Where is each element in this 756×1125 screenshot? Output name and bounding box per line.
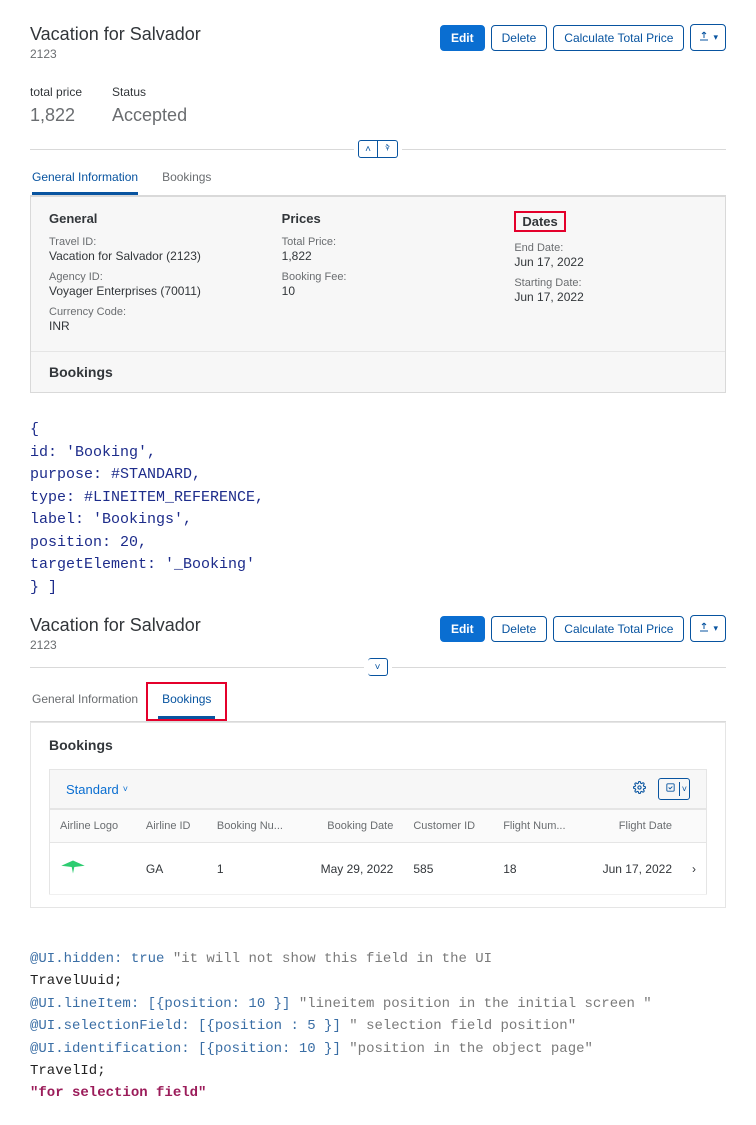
- header-actions: Edit Delete Calculate Total Price ▾: [440, 615, 726, 642]
- variant-label: Standard: [66, 782, 119, 797]
- header-collapse-strip: ˄: [30, 140, 726, 158]
- chevron-down-icon: ˅: [682, 784, 687, 794]
- pin-header-button[interactable]: [378, 140, 398, 158]
- total-price-label: Total Price:: [282, 236, 475, 248]
- agency-id-label: Agency ID:: [49, 271, 242, 283]
- agency-id-value: Voyager Enterprises (70011): [49, 284, 242, 298]
- anchor-tabs: General Information Bookings: [30, 164, 726, 196]
- dates-heading: Dates: [514, 211, 707, 232]
- collapse-header-button[interactable]: ˄: [358, 140, 378, 158]
- totalprice-value: 1,822: [30, 105, 82, 126]
- bookings-heading: Bookings: [31, 723, 725, 763]
- bookings-section-heading: Bookings: [31, 351, 725, 392]
- tab-general-information[interactable]: General Information: [32, 684, 138, 719]
- code-snippet-1: { id: 'Booking', purpose: #STANDARD, typ…: [0, 413, 756, 607]
- object-page-2: Vacation for Salvador 2123 Edit Delete C…: [0, 607, 756, 928]
- currency-code-label: Currency Code:: [49, 306, 242, 318]
- cell-flight-date: Jun 17, 2022: [584, 843, 682, 895]
- travel-id-value: Vacation for Salvador (2123): [49, 249, 242, 263]
- col-booking-number[interactable]: Booking Nu...: [207, 810, 302, 843]
- row-navigate-icon[interactable]: ›: [682, 843, 707, 895]
- cell-booking-date: May 29, 2022: [301, 843, 403, 895]
- end-date-value: Jun 17, 2022: [514, 255, 707, 269]
- bookings-panel: Bookings Standard ˅ ˅: [30, 722, 726, 908]
- bookings-table: Airline Logo Airline ID Booking Nu... Bo…: [49, 809, 707, 895]
- col-flight-date[interactable]: Flight Date: [584, 810, 682, 843]
- status-value: Accepted: [112, 105, 187, 126]
- edit-button[interactable]: Edit: [440, 25, 485, 51]
- anchor-tabs: General Information Bookings: [30, 682, 726, 722]
- currency-code-value: INR: [49, 319, 242, 333]
- page-title: Vacation for Salvador: [30, 615, 201, 636]
- col-airline-logo[interactable]: Airline Logo: [50, 810, 136, 843]
- chevron-down-icon: ˅: [123, 784, 128, 794]
- dates-column: Dates End Date: Jun 17, 2022 Starting Da…: [514, 211, 707, 341]
- edit-button[interactable]: Edit: [440, 616, 485, 642]
- table-header-row: Airline Logo Airline ID Booking Nu... Bo…: [50, 810, 707, 843]
- col-airline-id[interactable]: Airline ID: [136, 810, 207, 843]
- cell-booking-number: 1: [207, 843, 302, 895]
- delete-button[interactable]: Delete: [491, 25, 548, 51]
- col-flight-number[interactable]: Flight Num...: [493, 810, 584, 843]
- calculate-total-price-button[interactable]: Calculate Total Price: [553, 25, 684, 51]
- variant-selector[interactable]: Standard ˅: [66, 782, 128, 797]
- starting-date-label: Starting Date:: [514, 277, 707, 289]
- cell-flight-number: 18: [493, 843, 584, 895]
- end-date-label: End Date:: [514, 242, 707, 254]
- total-price-value: 1,822: [282, 249, 475, 263]
- travel-id-label: Travel ID:: [49, 236, 242, 248]
- tab-bookings-highlight: Bookings: [146, 682, 227, 721]
- header-collapse-strip: ˅: [30, 658, 726, 676]
- prices-heading: Prices: [282, 211, 475, 226]
- chevron-down-icon: ▾: [713, 32, 718, 43]
- cell-airline-logo: [50, 843, 136, 895]
- dates-heading-highlight: Dates: [514, 211, 565, 232]
- tab-general-information[interactable]: General Information: [32, 164, 138, 195]
- header-facts: total price 1,822 Status Accepted: [30, 85, 726, 126]
- page-title: Vacation for Salvador: [30, 24, 201, 45]
- booking-fee-value: 10: [282, 284, 475, 298]
- header: Vacation for Salvador 2123 Edit Delete C…: [30, 24, 726, 61]
- header: Vacation for Salvador 2123 Edit Delete C…: [30, 615, 726, 652]
- pin-icon: [383, 143, 392, 155]
- cell-airline-id: GA: [136, 843, 207, 895]
- tab-bookings[interactable]: Bookings: [162, 164, 211, 195]
- expand-header-button[interactable]: ˅: [368, 658, 388, 676]
- airline-logo-icon: [60, 866, 86, 880]
- export-icon: [665, 782, 676, 796]
- table-row[interactable]: GA 1 May 29, 2022 585 18 Jun 17, 2022 ›: [50, 843, 707, 895]
- status-label: Status: [112, 85, 187, 99]
- table-toolbar: Standard ˅ ˅: [49, 769, 707, 809]
- code-snippet-2: @UI.hidden: true "it will not show this …: [0, 928, 756, 1125]
- general-information-panel: General Travel ID: Vacation for Salvador…: [30, 196, 726, 393]
- prices-column: Prices Total Price: 1,822 Booking Fee: 1…: [282, 211, 475, 341]
- chevron-down-icon: ▾: [713, 623, 718, 634]
- share-icon: [698, 30, 710, 45]
- chevron-down-icon: ˅: [375, 662, 381, 673]
- gear-icon: [633, 781, 646, 797]
- delete-button[interactable]: Delete: [491, 616, 548, 642]
- general-column: General Travel ID: Vacation for Salvador…: [49, 211, 242, 341]
- share-button[interactable]: ▾: [690, 615, 726, 642]
- share-icon: [698, 621, 710, 636]
- page-subtitle: 2123: [30, 47, 201, 61]
- export-button[interactable]: ˅: [658, 778, 690, 800]
- starting-date-value: Jun 17, 2022: [514, 290, 707, 304]
- object-page-1: Vacation for Salvador 2123 Edit Delete C…: [0, 0, 756, 413]
- header-actions: Edit Delete Calculate Total Price ▾: [440, 24, 726, 51]
- calculate-total-price-button[interactable]: Calculate Total Price: [553, 616, 684, 642]
- totalprice-label: total price: [30, 85, 82, 99]
- col-booking-date[interactable]: Booking Date: [301, 810, 403, 843]
- share-button[interactable]: ▾: [690, 24, 726, 51]
- cell-customer-id: 585: [403, 843, 493, 895]
- booking-fee-label: Booking Fee:: [282, 271, 475, 283]
- page-subtitle: 2123: [30, 638, 201, 652]
- chevron-up-icon: ˄: [365, 144, 371, 155]
- tab-bookings[interactable]: Bookings: [158, 684, 215, 719]
- general-heading: General: [49, 211, 242, 226]
- settings-button[interactable]: [628, 778, 650, 800]
- col-customer-id[interactable]: Customer ID: [403, 810, 493, 843]
